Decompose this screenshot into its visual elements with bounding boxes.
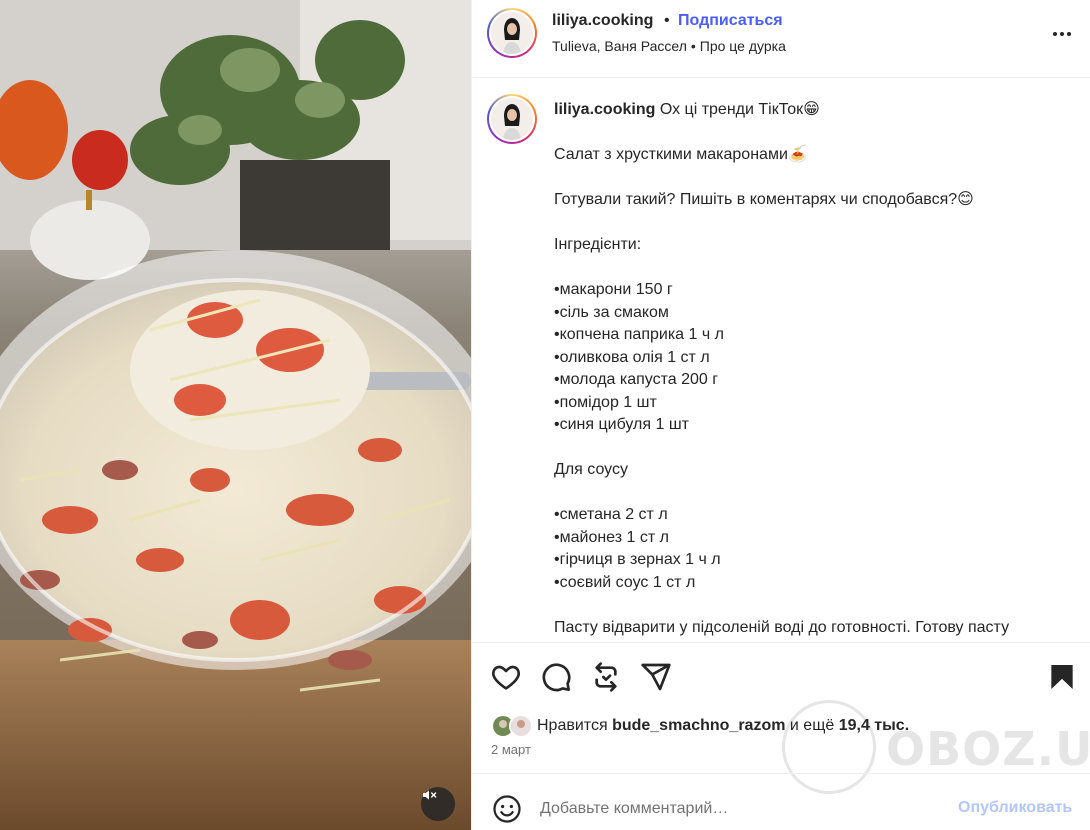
caption-line: Готували такий? Пишіть в коментарях чи с… — [554, 191, 974, 208]
save-button[interactable] — [1046, 661, 1078, 693]
caption-line — [554, 437, 1074, 460]
emoji-button[interactable] — [492, 794, 522, 824]
caption-line: Інгредієнти: — [554, 236, 642, 253]
audio-title[interactable]: Про це дурка — [700, 38, 786, 54]
caption-line: •соєвий соус 1 ст л — [554, 573, 696, 591]
author-avatar[interactable] — [487, 8, 537, 58]
sub-separator: • — [690, 38, 696, 54]
repost-button[interactable] — [590, 661, 622, 693]
caption-line: •помідор 1 шт — [554, 393, 657, 411]
caption-line: •гірчиця в зернах 1 ч л — [554, 551, 721, 568]
caption-line: •оливкова олія 1 ст л — [554, 348, 710, 366]
mute-button[interactable] — [421, 787, 455, 821]
share-icon — [595, 662, 617, 692]
caption-line: •майонез 1 ст л — [554, 528, 669, 546]
post-date[interactable]: 2 март — [491, 742, 531, 757]
caption-line: •копчена паприка 1 ч л — [554, 326, 724, 343]
caption-line — [554, 482, 1074, 505]
caption-line: liliya.cooking Ох ці тренди ТікТок😁 — [554, 101, 820, 118]
caption-area: liliya.cooking Ох ці тренди ТікТок😁 Сала… — [472, 78, 1090, 642]
comment-icon — [542, 663, 571, 692]
bookmark-icon — [1051, 665, 1073, 689]
caption-line — [554, 212, 1074, 235]
likes-summary: Нравится bude_smachno_razom и ещё 19,4 т… — [491, 713, 909, 739]
caption-line: •сметана 2 ст л — [554, 506, 668, 523]
audio-tag-line: Tulieva, Ваня Рассел • Про це дурка — [552, 38, 786, 54]
comment-bar: Опубликовать — [472, 773, 1090, 830]
avatar-image — [491, 98, 533, 140]
caption-line — [554, 122, 1074, 145]
caption-line — [554, 257, 1074, 280]
like-button[interactable] — [490, 661, 522, 693]
likes-text: Нравится bude_smachno_razom и ещё 19,4 т… — [537, 717, 910, 734]
caption-line — [554, 167, 1074, 190]
caption-line: •синя цибуля 1 шт — [554, 416, 689, 433]
heart-icon — [492, 665, 520, 690]
caption-username[interactable]: liliya.cooking — [554, 101, 655, 118]
author-username[interactable]: liliya.cooking — [552, 12, 653, 30]
caption-line: Пасту відварити у підсоленій воді до гот… — [554, 618, 1010, 636]
caption-line: Салат з хрусткими макаронами🍝 — [554, 146, 808, 163]
send-button[interactable] — [640, 661, 672, 693]
liker-username[interactable]: bude_smachno_razom — [612, 717, 785, 734]
caption-line: Для соусу — [554, 461, 628, 478]
post-header: liliya.cooking • Подписаться Tulieva, Ва… — [472, 0, 1090, 78]
avatar-image — [491, 12, 533, 54]
post-actions: Нравится bude_smachno_razom и ещё 19,4 т… — [472, 642, 1090, 772]
more-options-button[interactable] — [1050, 22, 1074, 46]
caption-line: •сіль за смаком — [554, 303, 669, 321]
liker-avatar[interactable] — [509, 714, 533, 738]
publish-button[interactable]: Опубликовать — [958, 799, 1072, 817]
comment-input[interactable] — [540, 792, 940, 826]
more-horizontal-icon — [1053, 32, 1071, 36]
caption-avatar[interactable] — [487, 94, 537, 144]
tagged-users[interactable]: Tulieva, Ваня Рассел — [552, 38, 687, 54]
caption-line: •молода капуста 200 г — [554, 371, 719, 388]
comment-button[interactable] — [540, 661, 572, 693]
emoji-icon — [493, 795, 521, 823]
separator-dot: • — [664, 12, 670, 29]
caption-line — [554, 594, 1074, 617]
caption-line: •макарони 150 г — [554, 281, 673, 298]
speaker-muted-icon — [423, 790, 437, 800]
salad-photo — [0, 0, 471, 830]
caption-text: liliya.cooking Ох ці тренди ТікТок😁 Сала… — [554, 99, 1074, 639]
likes-count[interactable]: 19,4 тыс. — [839, 717, 909, 734]
follow-button[interactable]: Подписаться — [678, 12, 783, 30]
post-media[interactable] — [0, 0, 471, 830]
send-icon — [641, 663, 671, 691]
